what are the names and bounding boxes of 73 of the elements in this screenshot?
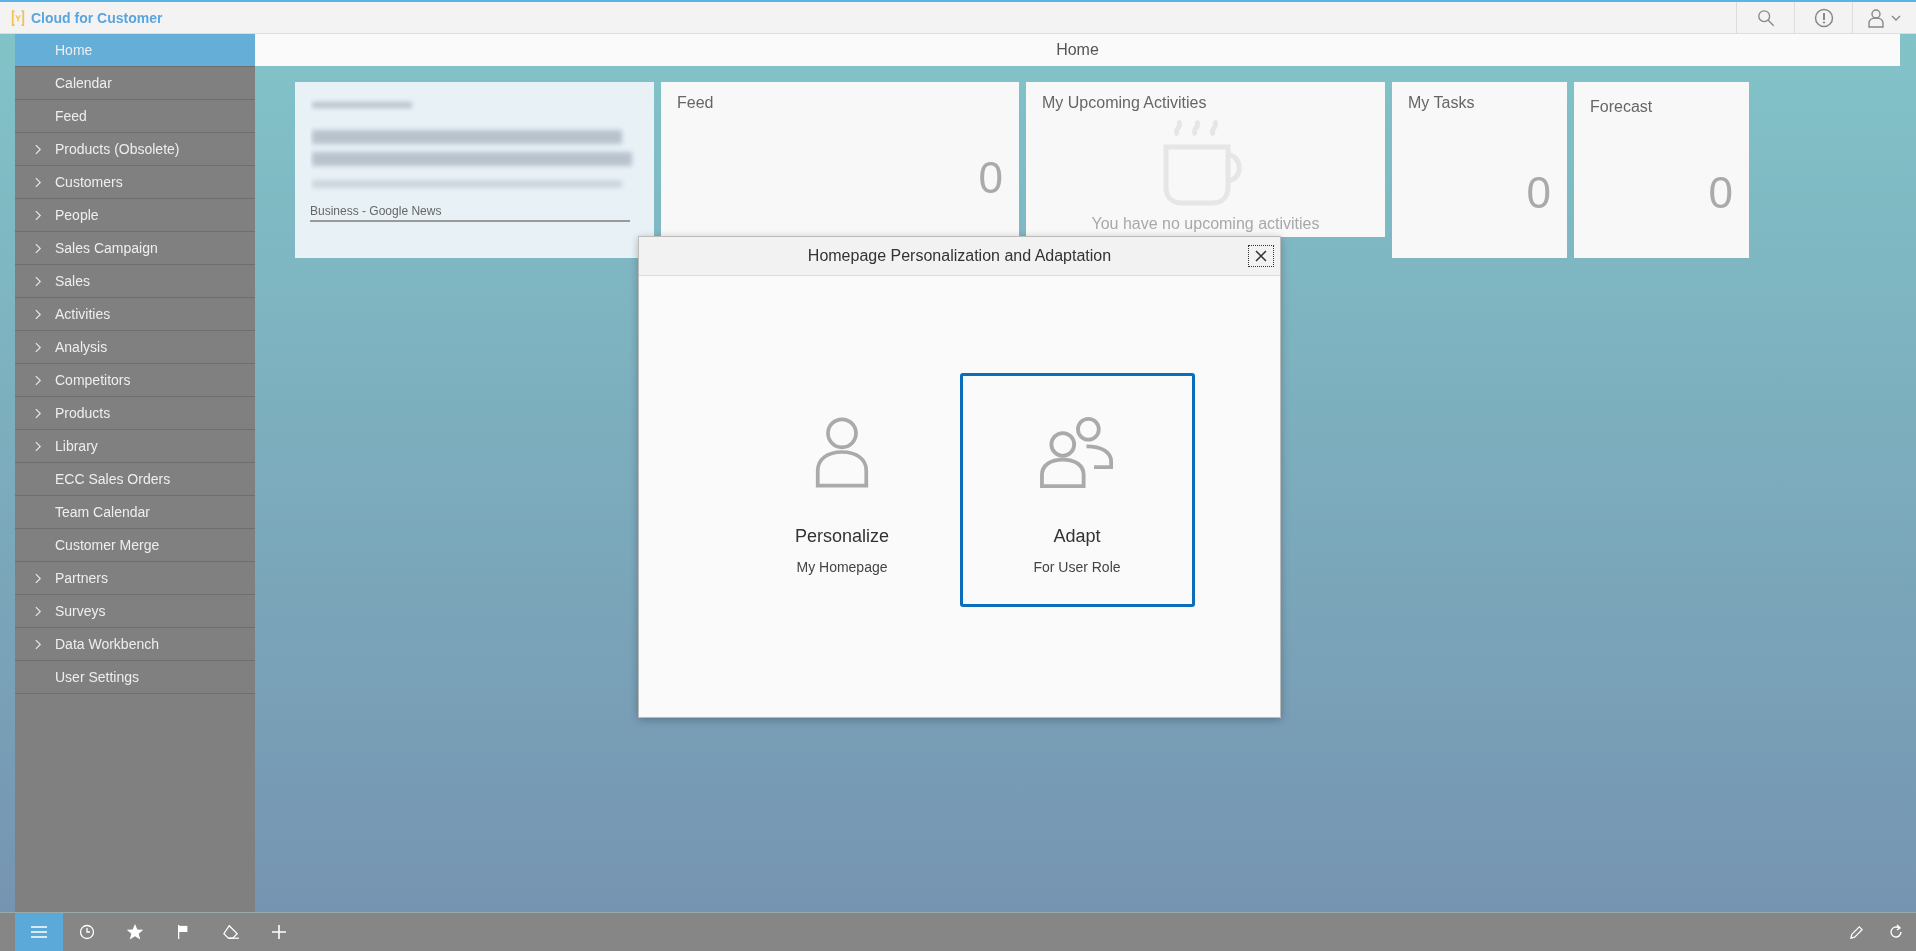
chevron-icon [35, 407, 42, 419]
news-tile[interactable]: Business - Google News [295, 82, 654, 258]
chevron-icon [35, 242, 42, 254]
search-icon [1756, 8, 1775, 27]
tile-title: Feed [677, 94, 715, 112]
option-subtitle: For User Role [1033, 558, 1121, 575]
sidebar-item[interactable]: Customer Merge [15, 529, 255, 562]
activities-tile[interactable]: My Upcoming Activities You have no upcoming activities [1026, 82, 1385, 237]
chevron-icon [35, 572, 42, 584]
count-tile[interactable]: Feed 0 [661, 82, 1019, 237]
tile-count: 0 [1708, 168, 1733, 218]
exclamation-icon [1813, 7, 1834, 28]
menu-button[interactable] [15, 913, 63, 951]
option-subtitle: My Homepage [796, 558, 888, 575]
close-icon [1255, 250, 1267, 262]
logo-icon [11, 8, 25, 27]
sidebar-item[interactable]: Customers [15, 166, 255, 199]
tile-title: Forecast [1590, 98, 1654, 116]
sidebar-item[interactable]: ECC Sales Orders [15, 463, 255, 496]
menu-icon [30, 925, 48, 939]
sidebar-item[interactable]: Home [15, 34, 255, 67]
people-icon [1039, 415, 1115, 488]
sidebar-item[interactable]: Competitors [15, 364, 255, 397]
option-card[interactable]: Personalize My Homepage [724, 372, 960, 607]
user-icon [1866, 7, 1903, 28]
sidebar-item[interactable]: Library [15, 430, 255, 463]
news-source: Business - Google News [310, 196, 630, 222]
chevron-icon [35, 143, 42, 155]
refresh-icon [1888, 924, 1904, 940]
sidebar-item[interactable]: Sales [15, 265, 255, 298]
dialog-title: Homepage Personalization and Adaptation [807, 247, 1112, 265]
chevron-icon [35, 440, 42, 452]
sidebar-item[interactable]: Team Calendar [15, 496, 255, 529]
chevron-icon [35, 341, 42, 353]
sidebar-item[interactable]: Sales Campaign [15, 232, 255, 265]
app-title: Cloud for Customer [31, 9, 163, 26]
tile-count: 0 [978, 153, 1003, 203]
sidebar-item[interactable]: Calendar [15, 67, 255, 100]
sidebar-item[interactable]: Products (Obsolete) [15, 133, 255, 166]
person-icon [814, 415, 870, 488]
sidebar-item[interactable]: People [15, 199, 255, 232]
sidebar-item[interactable]: Surveys [15, 595, 255, 628]
plus-icon [271, 924, 287, 940]
sidebar-item[interactable]: Products [15, 397, 255, 430]
chevron-icon [35, 275, 42, 287]
chevron-icon [35, 605, 42, 617]
count-tile[interactable]: My Tasks 0 [1392, 82, 1567, 258]
chevron-icon [35, 308, 42, 320]
tile-title: My Tasks [1408, 94, 1476, 112]
sidebar-item[interactable]: Feed [15, 100, 255, 133]
tile-title: My Upcoming Activities [1042, 94, 1207, 112]
sidebar-item[interactable]: Partners [15, 562, 255, 595]
chevron-icon [35, 209, 42, 221]
chevron-icon [35, 374, 42, 386]
page-title: Home [255, 34, 1900, 66]
empty-message: You have no upcoming activities [1090, 215, 1321, 233]
pencil-icon [1848, 924, 1864, 940]
chevron-icon [35, 638, 42, 650]
sidebar-item[interactable]: Analysis [15, 331, 255, 364]
sidebar-item[interactable]: Data Workbench [15, 628, 255, 661]
tile-count: 0 [1526, 168, 1551, 218]
star-icon [126, 923, 144, 941]
close-button[interactable] [1248, 245, 1274, 267]
flag-icon [176, 924, 190, 940]
sidebar-item[interactable]: User Settings [15, 661, 255, 694]
option-card[interactable]: Adapt For User Role [959, 372, 1195, 607]
option-title: Personalize [794, 525, 890, 547]
count-tile[interactable]: Forecast 0 [1574, 82, 1749, 258]
eraser-icon [222, 924, 240, 940]
option-title: Adapt [1053, 525, 1101, 547]
sidebar-item[interactable]: Activities [15, 298, 255, 331]
chevron-icon [35, 176, 42, 188]
clock-icon [79, 924, 95, 940]
